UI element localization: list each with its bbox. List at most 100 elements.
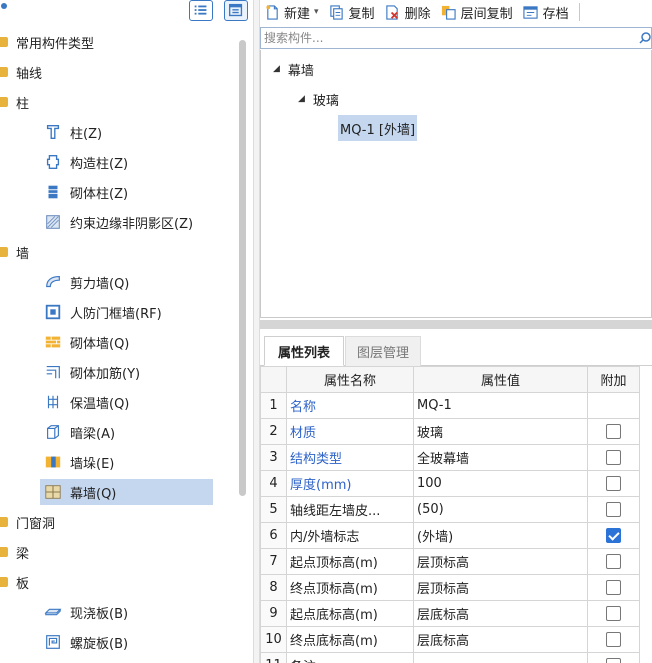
row-number: 11 bbox=[260, 652, 287, 663]
tree-folder-slab[interactable]: 板 bbox=[0, 569, 29, 595]
tree-item-column[interactable]: 柱(Z) bbox=[40, 119, 213, 145]
extra-checkbox[interactable] bbox=[606, 554, 621, 569]
copy-button[interactable]: 复制 bbox=[329, 0, 375, 24]
tab-layers[interactable]: 图层管理 bbox=[345, 336, 421, 366]
tab-properties[interactable]: 属性列表 bbox=[264, 336, 344, 366]
property-header-row: 属性名称 属性值 附加 bbox=[260, 366, 640, 393]
property-name-header: 属性名称 bbox=[286, 366, 414, 393]
property-value[interactable]: MQ-1 bbox=[413, 392, 588, 419]
extra-checkbox[interactable] bbox=[606, 476, 621, 491]
property-value[interactable]: 全玻幕墙 bbox=[413, 444, 588, 471]
floor-copy-icon bbox=[441, 4, 457, 20]
property-value[interactable] bbox=[413, 652, 588, 663]
property-row[interactable]: 5 轴线距左墙皮... (50) bbox=[260, 496, 640, 523]
masonry-reinforcement-icon bbox=[43, 362, 63, 382]
extra-checkbox[interactable] bbox=[606, 424, 621, 439]
property-extra bbox=[587, 470, 640, 497]
chevron-down-icon[interactable]: ▾ bbox=[314, 7, 319, 17]
property-value[interactable]: 层顶标高 bbox=[413, 574, 588, 601]
property-value[interactable]: 玻璃 bbox=[413, 418, 588, 445]
collapse-triangle-icon[interactable]: ◢ bbox=[273, 64, 280, 74]
property-row[interactable]: 8 终点顶标高(m) 层顶标高 bbox=[260, 574, 640, 601]
extra-checkbox[interactable] bbox=[606, 658, 621, 663]
tree-item-hidden-beam[interactable]: 暗梁(A) bbox=[40, 419, 213, 445]
tree-folder-axis[interactable]: 轴线 bbox=[0, 59, 42, 85]
property-row[interactable]: 9 起点底标高(m) 层底标高 bbox=[260, 600, 640, 627]
tree-folder-common[interactable]: 常用构件类型 bbox=[0, 29, 94, 55]
instance-toolbar: 新建 ▾ 复制 删除 层间复制 存档 bbox=[260, 0, 652, 24]
tree-label: 轴线 bbox=[16, 66, 43, 82]
tree-label: 暗梁(A) bbox=[70, 426, 116, 442]
tree-folder-wall[interactable]: 墙 bbox=[0, 239, 29, 265]
floor-copy-button[interactable]: 层间复制 bbox=[441, 0, 513, 24]
instance-tree-mq1[interactable]: MQ-1 [外墙] bbox=[338, 115, 418, 141]
tree-scrollbar[interactable] bbox=[239, 40, 246, 496]
tree-folder-column[interactable]: 柱 bbox=[0, 89, 29, 115]
property-row[interactable]: 1 名称 MQ-1 bbox=[260, 392, 640, 419]
tree-item-cast-slab[interactable]: 现浇板(B) bbox=[40, 599, 213, 625]
column-icon bbox=[43, 122, 63, 142]
extra-checkbox[interactable] bbox=[606, 502, 621, 517]
tree-item-wall-pier[interactable]: 墙垛(E) bbox=[40, 449, 213, 475]
toolbar-separator bbox=[578, 3, 580, 21]
extra-checkbox[interactable] bbox=[606, 580, 621, 595]
tree-item-constraint-edge[interactable]: 约束边缘非阴影区(Z) bbox=[40, 209, 213, 235]
property-value[interactable]: 层底标高 bbox=[413, 626, 588, 653]
tree-label: 人防门框墙(RF) bbox=[70, 306, 162, 322]
search-input[interactable] bbox=[261, 28, 631, 48]
folder-icon bbox=[0, 517, 8, 527]
delete-button[interactable]: 删除 bbox=[385, 0, 431, 24]
property-row[interactable]: 2 材质 玻璃 bbox=[260, 418, 640, 445]
property-value[interactable]: 100 bbox=[413, 470, 588, 497]
instance-tree-curtain-wall[interactable]: ◢ 幕墙 bbox=[273, 56, 314, 82]
new-document-icon bbox=[264, 4, 280, 20]
property-value[interactable]: (外墙) bbox=[413, 522, 588, 549]
tree-label: 墙 bbox=[16, 246, 30, 262]
property-value[interactable]: 层顶标高 bbox=[413, 548, 588, 575]
property-row[interactable]: 6 内/外墙标志 (外墙) bbox=[260, 522, 640, 549]
detail-view-button[interactable] bbox=[224, 0, 248, 21]
property-extra bbox=[587, 444, 640, 471]
row-number: 5 bbox=[260, 496, 287, 523]
property-row[interactable]: 3 结构类型 全玻幕墙 bbox=[260, 444, 640, 471]
extra-checkbox[interactable] bbox=[606, 450, 621, 465]
pin-icon[interactable] bbox=[0, 2, 8, 10]
search-icon[interactable] bbox=[637, 30, 651, 46]
tree-item-masonry-reinforcement[interactable]: 砌体加筋(Y) bbox=[40, 359, 213, 385]
tree-item-curtain-wall[interactable]: 幕墙(Q) bbox=[40, 479, 213, 505]
panel-splitter[interactable] bbox=[253, 0, 260, 663]
tree-item-shear-wall[interactable]: 剪力墙(Q) bbox=[40, 269, 213, 295]
tree-item-civil-defense-door-wall[interactable]: 人防门框墙(RF) bbox=[40, 299, 213, 325]
property-row[interactable]: 10 终点底标高(m) 层底标高 bbox=[260, 626, 640, 653]
property-row[interactable]: 11备注 bbox=[260, 652, 640, 663]
horizontal-splitter[interactable] bbox=[260, 320, 652, 329]
property-value[interactable]: 层底标高 bbox=[413, 600, 588, 627]
collapse-triangle-icon[interactable]: ◢ bbox=[298, 94, 305, 104]
tree-item-constructional-column[interactable]: 构造柱(Z) bbox=[40, 149, 213, 175]
tree-folder-beam[interactable]: 梁 bbox=[0, 539, 29, 565]
extra-checkbox[interactable] bbox=[606, 632, 621, 647]
extra-checkbox[interactable] bbox=[606, 606, 621, 621]
new-button[interactable]: 新建 ▾ bbox=[264, 0, 319, 24]
tree-folder-opening[interactable]: 门窗洞 bbox=[0, 509, 55, 535]
component-search-box[interactable] bbox=[260, 27, 652, 49]
row-number: 3 bbox=[260, 444, 287, 471]
component-tree-panel: 常用构件类型 轴线 柱 柱(Z) 构造柱(Z) 砌体柱(Z) 约束边缘非阴影区(… bbox=[0, 0, 253, 663]
extra-checkbox[interactable] bbox=[606, 528, 621, 543]
property-name: 材质 bbox=[286, 418, 414, 445]
property-extra-header: 附加 bbox=[587, 366, 640, 393]
tree-item-spiral-slab[interactable]: 螺旋板(B) bbox=[40, 629, 213, 655]
tree-label: 现浇板(B) bbox=[70, 606, 129, 622]
tree-item-masonry-column[interactable]: 砌体柱(Z) bbox=[40, 179, 213, 205]
tree-item-masonry-wall[interactable]: 砌体墙(Q) bbox=[40, 329, 213, 355]
property-value[interactable]: (50) bbox=[413, 496, 588, 523]
save-button[interactable]: 存档 bbox=[523, 0, 569, 24]
instance-tree-glass[interactable]: ◢ 玻璃 bbox=[298, 86, 339, 112]
masonry-wall-icon bbox=[43, 332, 63, 352]
civil-defense-door-wall-icon bbox=[43, 302, 63, 322]
tree-item-insulation-wall[interactable]: 保温墙(Q) bbox=[40, 389, 213, 415]
property-row[interactable]: 7 起点顶标高(m) 层顶标高 bbox=[260, 548, 640, 575]
selected-instance-label: MQ-1 [外墙] bbox=[338, 115, 418, 141]
property-row[interactable]: 4 厚度(mm) 100 bbox=[260, 470, 640, 497]
list-view-button[interactable] bbox=[189, 0, 213, 21]
